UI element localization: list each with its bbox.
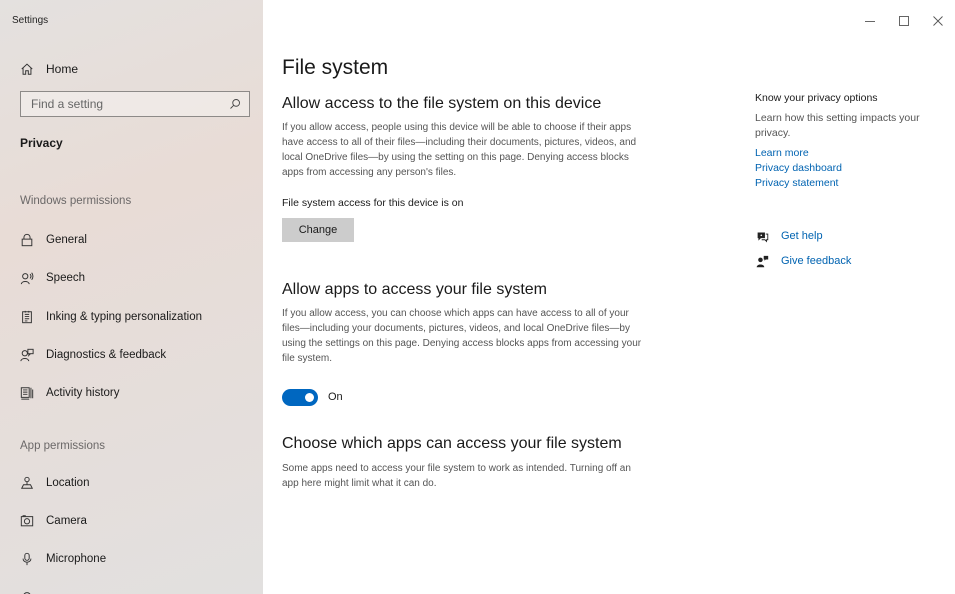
device-access-status: File system access for this device is on xyxy=(282,197,464,209)
sidebar-item-speech[interactable]: Speech xyxy=(20,267,85,289)
sidebar-item-inking-typing[interactable]: Inking & typing personalization xyxy=(20,306,202,328)
sidebar-item-partial[interactable] xyxy=(20,586,46,594)
section-heading-app-access: Allow apps to access your file system xyxy=(282,281,547,298)
give-feedback-row[interactable]: Give feedback xyxy=(755,252,851,270)
section-description-device-access: If you allow access, people using this d… xyxy=(282,122,637,178)
sidebar-item-activity-history[interactable]: Activity history xyxy=(20,382,120,404)
lock-icon xyxy=(20,233,34,247)
minimize-icon xyxy=(865,21,875,22)
sidebar-item-microphone[interactable]: Microphone xyxy=(20,548,106,570)
sidebar-item-general[interactable]: General xyxy=(20,229,87,251)
page-title: File system xyxy=(282,56,389,79)
window-controls xyxy=(853,8,955,34)
sidebar-item-label: Activity history xyxy=(46,387,120,399)
privacy-dashboard-link[interactable]: Privacy dashboard xyxy=(755,162,842,174)
change-button[interactable]: Change xyxy=(282,218,354,242)
speech-icon xyxy=(20,271,34,285)
activity-history-icon xyxy=(20,386,34,400)
window-title: Settings xyxy=(12,15,49,26)
sidebar-item-diagnostics-feedback[interactable]: Diagnostics & feedback xyxy=(20,344,166,366)
search-box[interactable] xyxy=(20,91,250,117)
privacy-statement-link[interactable]: Privacy statement xyxy=(755,177,838,189)
home-icon xyxy=(20,62,34,76)
notification-icon xyxy=(20,590,34,594)
camera-icon xyxy=(20,514,34,528)
group-heading-windows-permissions: Windows permissions xyxy=(20,195,132,207)
feedback-icon xyxy=(755,254,769,268)
close-button[interactable] xyxy=(921,8,955,34)
help-chat-icon xyxy=(755,229,769,243)
inking-icon xyxy=(20,310,34,324)
sidebar-item-label: Speech xyxy=(46,272,86,284)
sidebar-item-label: Home xyxy=(46,62,79,76)
sidebar-item-label: Diagnostics & feedback xyxy=(46,349,167,361)
sidebar-item-label: Microphone xyxy=(46,553,107,565)
sidebar-item-location[interactable]: Location xyxy=(20,472,89,494)
section-heading-choose-apps: Choose which apps can access your file s… xyxy=(282,435,622,452)
app-access-toggle[interactable] xyxy=(282,389,318,406)
section-title: Privacy xyxy=(20,136,63,150)
give-feedback-link[interactable]: Give feedback xyxy=(781,255,851,267)
sidebar-item-camera[interactable]: Camera xyxy=(20,510,87,532)
search-icon[interactable] xyxy=(229,98,241,110)
sidebar-item-label: Location xyxy=(46,477,90,489)
microphone-icon xyxy=(20,552,34,566)
group-heading-app-permissions: App permissions xyxy=(20,440,106,452)
sidebar-item-label: Inking & typing personalization xyxy=(46,311,202,323)
close-icon xyxy=(933,16,943,26)
sidebar-item-home[interactable]: Home xyxy=(20,59,78,79)
toggle-knob xyxy=(305,393,314,402)
get-help-link[interactable]: Get help xyxy=(781,230,823,242)
maximize-icon xyxy=(899,16,909,26)
learn-more-link[interactable]: Learn more xyxy=(755,147,809,159)
diagnostics-icon xyxy=(20,348,34,362)
sidebar-item-label: General xyxy=(46,234,87,246)
maximize-button[interactable] xyxy=(887,8,921,34)
privacy-options-heading: Know your privacy options xyxy=(755,92,878,104)
section-heading-device-access: Allow access to the file system on this … xyxy=(282,95,602,112)
minimize-button[interactable] xyxy=(853,8,887,34)
sidebar: Settings Home Privacy Windows permission… xyxy=(0,0,263,594)
get-help-row[interactable]: Get help xyxy=(755,227,823,245)
sidebar-item-label: Camera xyxy=(46,515,87,527)
toggle-state-label: On xyxy=(328,391,343,403)
location-icon xyxy=(20,476,34,490)
privacy-options-description: Learn how this setting impacts your priv… xyxy=(755,112,920,139)
section-description-choose-apps: Some apps need to access your file syste… xyxy=(282,463,631,489)
section-description-app-access: If you allow access, you can choose whic… xyxy=(282,308,642,364)
search-input[interactable] xyxy=(31,97,229,111)
